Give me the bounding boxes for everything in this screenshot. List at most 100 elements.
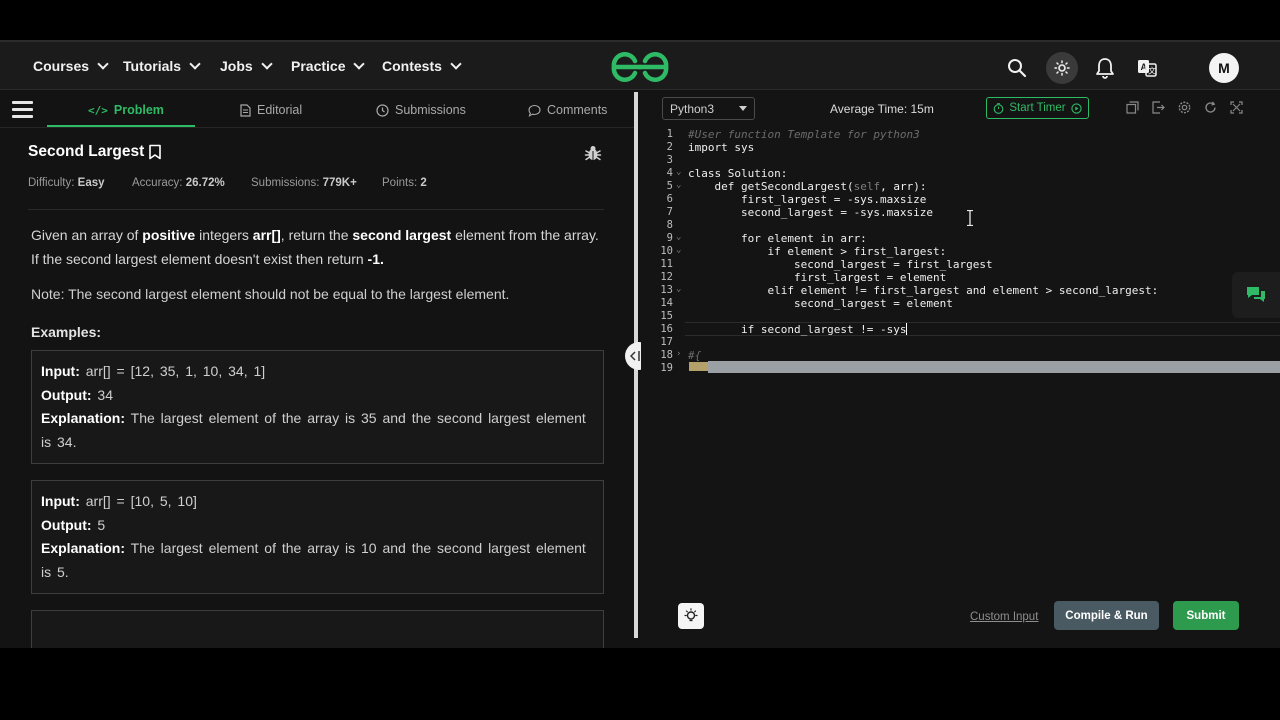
code-line: if second_largest != -sys — [688, 323, 907, 336]
example-explanation: Explanation: The largest element of the … — [41, 540, 586, 580]
reset-icon[interactable] — [1202, 99, 1218, 115]
fold-arrow-icon[interactable]: ⌄ — [676, 167, 684, 177]
nav-contests[interactable]: Contests — [382, 58, 462, 74]
copy-icon[interactable] — [1124, 99, 1140, 115]
line-number: 12 — [660, 271, 673, 283]
line-number: 4 — [666, 167, 673, 179]
code-line: if element > first_largest: — [688, 245, 947, 258]
gfg-logo-icon[interactable] — [610, 52, 670, 82]
line-number: 5 — [666, 180, 673, 192]
nav-label: Tutorials — [123, 58, 182, 74]
fold-arrow-icon[interactable]: ⌄ — [676, 232, 684, 242]
settings-icon[interactable] — [1176, 99, 1192, 115]
fold-arrow-icon[interactable]: ⌄ — [676, 180, 684, 190]
code-line: import sys — [688, 141, 755, 154]
line-number: 9 — [666, 232, 673, 244]
problem-note: Note: The second largest element should … — [31, 286, 510, 302]
bell-icon[interactable] — [1091, 54, 1119, 82]
chevron-down-icon — [450, 58, 462, 70]
nav-tutorials[interactable]: Tutorials — [123, 58, 201, 74]
code-line: first_largest = -sys.maxsize — [688, 193, 927, 206]
code-line: second_largest = first_largest — [688, 258, 993, 271]
line-number: 18 — [660, 349, 673, 361]
top-navbar: Courses Tutorials Jobs Practice Contests… — [0, 40, 1280, 90]
chat-icon[interactable] — [1232, 272, 1280, 318]
hint-bulb-icon[interactable] — [678, 603, 704, 629]
chevron-down-icon — [189, 58, 201, 70]
problem-title-text: Second Largest — [28, 143, 145, 160]
nav-label: Practice — [291, 58, 346, 74]
chevron-down-icon — [261, 58, 273, 70]
avatar[interactable]: M — [1209, 53, 1239, 83]
example-output: Output: 34 — [41, 386, 113, 403]
nav-practice[interactable]: Practice — [291, 58, 366, 74]
problem-tabs: </> Problem Editorial Submissions Commen… — [0, 92, 636, 128]
tab-comments[interactable]: Comments — [528, 92, 607, 128]
fullscreen-icon[interactable] — [1228, 99, 1244, 115]
menu-hamburger-icon[interactable] — [12, 101, 33, 118]
line-number: 15 — [660, 310, 673, 322]
line-number: 16 — [660, 323, 673, 335]
problem-panel: </> Problem Editorial Submissions Commen… — [0, 92, 636, 648]
folded-code-marker[interactable] — [689, 362, 708, 371]
code-line: second_largest = -sys.maxsize — [688, 206, 934, 219]
avatar-letter: M — [1218, 60, 1230, 76]
example-input: Input: arr[] = [12, 35, 1, 10, 34, 1] — [41, 363, 266, 379]
folded-line-highlight — [708, 361, 1280, 373]
bug-report-icon[interactable] — [584, 144, 602, 162]
tab-submissions[interactable]: Submissions — [376, 92, 466, 128]
code-icon: </> — [88, 103, 108, 117]
language-value: Python3 — [670, 101, 715, 116]
export-icon[interactable] — [1150, 99, 1166, 115]
clock-icon — [376, 103, 389, 117]
theme-toggle-sun-icon[interactable] — [1046, 52, 1078, 84]
example-output: Output: 5 — [41, 516, 106, 533]
points-meta: Points: 2 — [382, 177, 427, 189]
line-number: 1 — [666, 128, 673, 140]
example-box: Input: arr[] = [10, 5, 10] Output: 5 Exp… — [31, 480, 604, 594]
code-line: first_largest = element — [688, 271, 947, 284]
tab-label: Editorial — [257, 103, 303, 117]
fold-arrow-icon[interactable]: ⌄ — [676, 284, 684, 294]
nav-label: Contests — [382, 58, 442, 74]
submit-button[interactable]: Submit — [1173, 601, 1239, 630]
bookmark-icon[interactable] — [148, 144, 162, 160]
meta-label: Points: — [382, 177, 418, 189]
nav-jobs[interactable]: Jobs — [220, 58, 273, 74]
line-number: 10 — [660, 245, 673, 257]
nav-label: Jobs — [220, 58, 253, 74]
tab-problem[interactable]: </> Problem — [88, 92, 164, 128]
start-timer-button[interactable]: Start Timer — [986, 97, 1089, 119]
chevron-down-icon — [97, 58, 109, 70]
line-number: 11 — [660, 258, 673, 270]
language-select[interactable]: Python3 — [662, 97, 755, 120]
caret-down-icon — [739, 106, 747, 111]
line-number: 6 — [666, 193, 673, 205]
fold-arrow-icon[interactable]: › — [676, 349, 684, 359]
code-line: #{ — [688, 349, 702, 362]
text-caret — [906, 323, 907, 335]
fold-arrow-icon[interactable]: ⌄ — [676, 245, 684, 255]
code-line: def getSecondLargest(self, arr): — [688, 180, 927, 193]
meta-label: Accuracy: — [132, 177, 183, 189]
nav-label: Courses — [33, 58, 90, 74]
code-editor[interactable]: 1 2 3 4 5 6 7 8 9 10 11 12 13 14 15 16 1… — [641, 128, 1280, 596]
start-timer-label: Start Timer — [1009, 102, 1066, 114]
nav-courses[interactable]: Courses — [33, 58, 109, 74]
tab-label: Comments — [547, 103, 608, 117]
problem-description: Given an array of positive integers arr[… — [31, 227, 599, 267]
play-circle-icon — [1070, 102, 1082, 114]
svg-text:文: 文 — [1148, 66, 1156, 76]
line-number: 17 — [660, 336, 673, 348]
translate-icon[interactable]: A文 — [1133, 54, 1161, 82]
code-line: elif element != first_largest and elemen… — [688, 284, 1159, 297]
tab-editorial[interactable]: Editorial — [240, 92, 302, 128]
submissions-value: 779K+ — [322, 177, 357, 189]
example-box: Input: arr[] = [12, 35, 1, 10, 34, 1] Ou… — [31, 350, 604, 464]
custom-input-link[interactable]: Custom Input — [970, 611, 1038, 623]
search-icon[interactable] — [1003, 54, 1031, 82]
compile-run-button[interactable]: Compile & Run — [1054, 601, 1159, 630]
points-value: 2 — [420, 177, 427, 189]
difficulty-value: Easy — [77, 177, 105, 189]
accuracy-meta: Accuracy: 26.72% — [132, 177, 225, 189]
